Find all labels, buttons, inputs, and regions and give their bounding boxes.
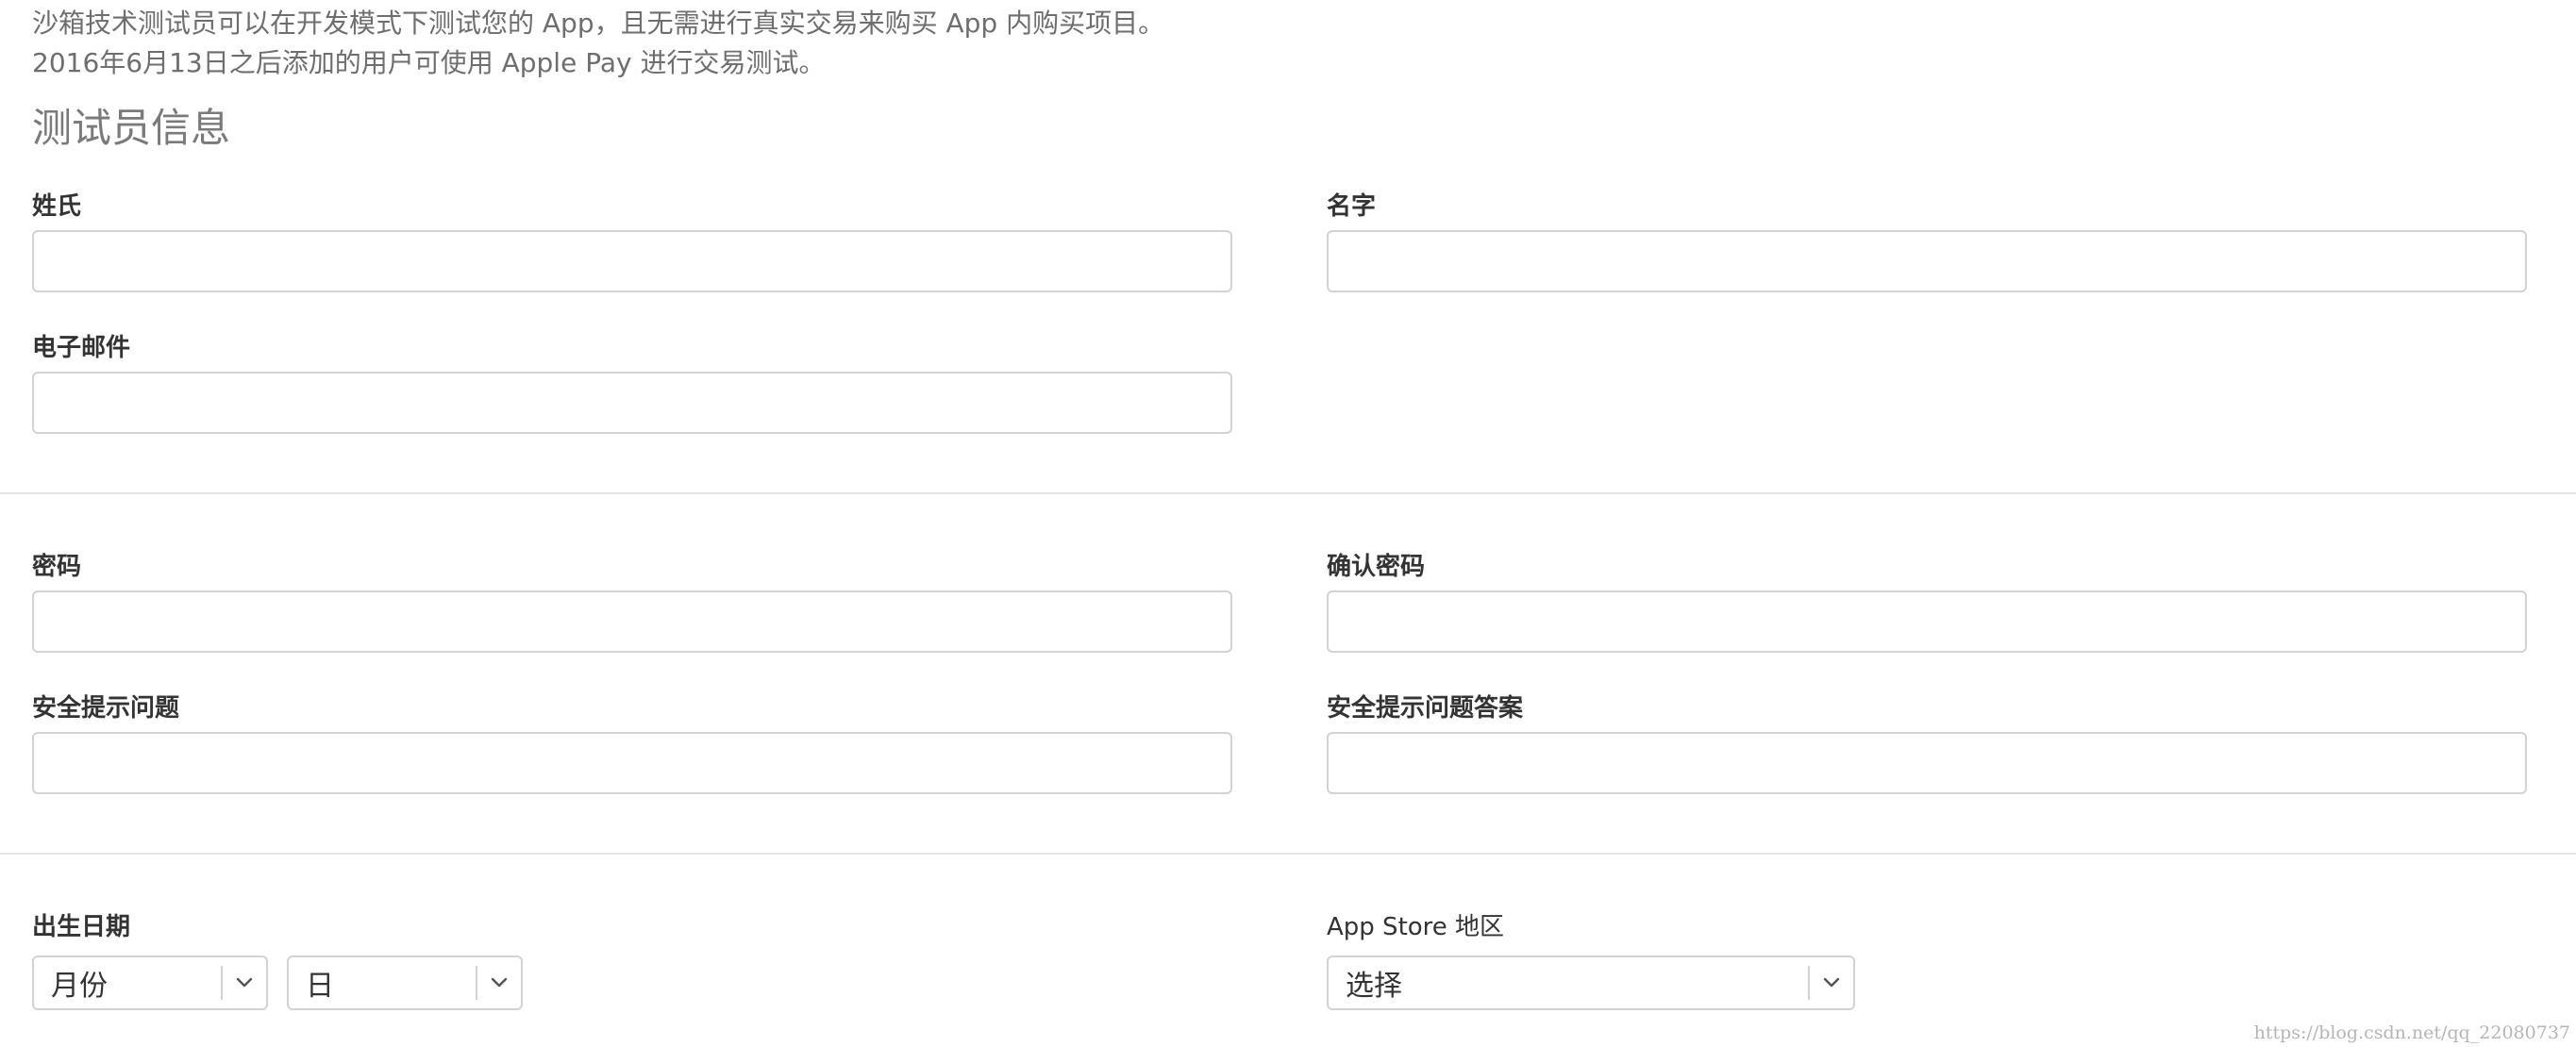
first-name-field[interactable]: [1327, 230, 2527, 292]
intro-line-2: 2016年6月13日之后添加的用户可使用 Apple Pay 进行交易测试。: [32, 47, 826, 78]
store-region-select[interactable]: 选择: [1327, 956, 1855, 1010]
last-name-field[interactable]: [32, 230, 1232, 292]
email-field[interactable]: [32, 372, 1232, 434]
security-question-field[interactable]: [32, 732, 1232, 794]
section-divider: [0, 492, 2576, 494]
section-divider: [0, 853, 2576, 855]
last-name-label: 姓氏: [32, 192, 82, 221]
section-title: 测试员信息: [32, 105, 231, 151]
security-answer-label: 安全提示问题答案: [1327, 694, 1524, 723]
email-label: 电子邮件: [32, 334, 131, 362]
store-region-value: 选择: [1346, 970, 1402, 1003]
password-label: 密码: [32, 553, 82, 581]
birth-month-value: 月份: [51, 970, 108, 1003]
security-answer-field[interactable]: [1327, 732, 2527, 794]
confirm-password-label: 确认密码: [1327, 553, 1426, 581]
store-region-label: App Store 地区: [1327, 913, 1505, 941]
password-field[interactable]: [32, 590, 1232, 653]
confirm-password-field[interactable]: [1327, 590, 2527, 653]
birth-day-value: 日: [306, 970, 334, 1003]
first-name-label: 名字: [1327, 192, 1377, 221]
watermark: https://blog.csdn.net/qq_22080737: [2253, 1022, 2570, 1043]
birth-month-select[interactable]: 月份: [32, 956, 268, 1010]
chevron-down-icon[interactable]: [477, 957, 521, 1008]
intro-line-1: 沙箱技术测试员可以在开发模式下测试您的 App，且无需进行真实交易来购买 App…: [32, 8, 1165, 39]
security-question-label: 安全提示问题: [32, 694, 180, 723]
birthdate-label: 出生日期: [32, 913, 131, 941]
chevron-down-icon[interactable]: [1810, 957, 1853, 1008]
birth-day-select[interactable]: 日: [287, 956, 523, 1010]
intro-text: 沙箱技术测试员可以在开发模式下测试您的 App，且无需进行真实交易来购买 App…: [32, 4, 1164, 83]
chevron-down-icon[interactable]: [223, 957, 266, 1008]
page: 沙箱技术测试员可以在开发模式下测试您的 App，且无需进行真实交易来购买 App…: [0, 0, 2576, 1047]
